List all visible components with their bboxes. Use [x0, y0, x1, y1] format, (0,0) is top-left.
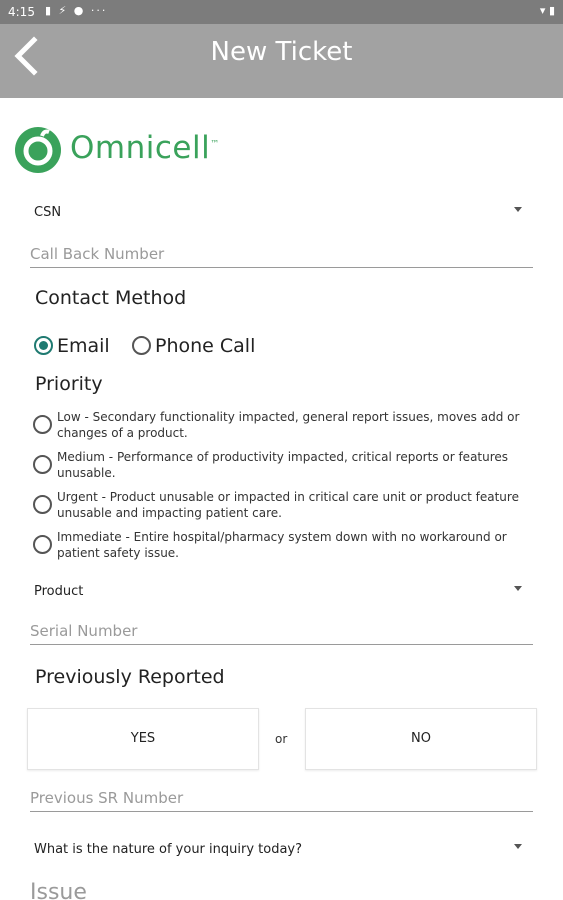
page-title: New Ticket	[210, 37, 353, 67]
priority-medium-radio[interactable]: Medium - Performance of productivity imp…	[30, 449, 530, 485]
radio-unchecked-icon	[33, 535, 52, 554]
inquiry-nature-value: What is the nature of your inquiry today…	[34, 842, 303, 857]
omnicell-logo-mark-icon	[15, 127, 61, 173]
status-bar: 4:15 ▮ ⚡ ● ··· ▾ ▮	[0, 0, 563, 24]
contact-method-heading: Contact Method	[35, 287, 187, 309]
radio-unchecked-icon	[33, 415, 52, 434]
contact-phone-radio[interactable]: Phone Call	[130, 335, 270, 359]
serial-number-placeholder: Serial Number	[30, 622, 138, 640]
contact-email-radio[interactable]: Email	[32, 335, 122, 359]
notification-icons: ▮ ⚡ ● ···	[45, 4, 108, 17]
priority-immediate-label: Immediate - Entire hospital/pharmacy sys…	[57, 530, 507, 560]
dropdown-arrow-icon	[514, 586, 522, 591]
radio-unchecked-icon	[33, 455, 52, 474]
contact-phone-label: Phone Call	[155, 335, 256, 357]
previous-sr-number-field[interactable]: Previous SR Number	[30, 785, 533, 812]
no-button[interactable]: NO	[305, 708, 537, 770]
csn-select[interactable]: CSN	[30, 201, 530, 229]
status-time: 4:15	[8, 5, 35, 19]
dropdown-arrow-icon	[514, 207, 522, 212]
priority-low-radio[interactable]: Low - Secondary functionality impacted, …	[30, 409, 530, 445]
priority-immediate-radio[interactable]: Immediate - Entire hospital/pharmacy sys…	[30, 529, 530, 565]
issue-field[interactable]: Issue	[30, 880, 533, 900]
previous-sr-number-placeholder: Previous SR Number	[30, 789, 184, 807]
priority-urgent-label: Urgent - Product unusable or impacted in…	[57, 490, 519, 520]
priority-medium-label: Medium - Performance of productivity imp…	[57, 450, 509, 480]
csn-select-value: CSN	[34, 205, 62, 220]
call-back-number-field[interactable]: Call Back Number	[30, 241, 533, 268]
or-label: or	[275, 732, 288, 746]
radio-unchecked-icon	[132, 336, 151, 355]
brand-name: Omnicell™	[70, 130, 220, 166]
product-select-value: Product	[34, 584, 84, 599]
app-bar: New Ticket	[0, 24, 563, 98]
call-back-number-placeholder: Call Back Number	[30, 245, 165, 263]
issue-placeholder: Issue	[30, 880, 87, 900]
radio-unchecked-icon	[33, 495, 52, 514]
inquiry-nature-select[interactable]: What is the nature of your inquiry today…	[30, 838, 530, 866]
product-select[interactable]: Product	[30, 580, 530, 608]
previously-reported-heading: Previously Reported	[35, 666, 225, 688]
system-icons: ▾ ▮	[539, 4, 555, 17]
priority-urgent-radio[interactable]: Urgent - Product unusable or impacted in…	[30, 489, 530, 525]
yes-button[interactable]: YES	[27, 708, 259, 770]
priority-heading: Priority	[35, 373, 103, 395]
dropdown-arrow-icon	[514, 844, 522, 849]
priority-low-label: Low - Secondary functionality impacted, …	[57, 410, 520, 440]
omnicell-logo: Omnicell™	[14, 126, 274, 174]
serial-number-field[interactable]: Serial Number	[30, 618, 533, 645]
contact-email-label: Email	[57, 335, 110, 357]
radio-checked-icon	[34, 336, 53, 355]
